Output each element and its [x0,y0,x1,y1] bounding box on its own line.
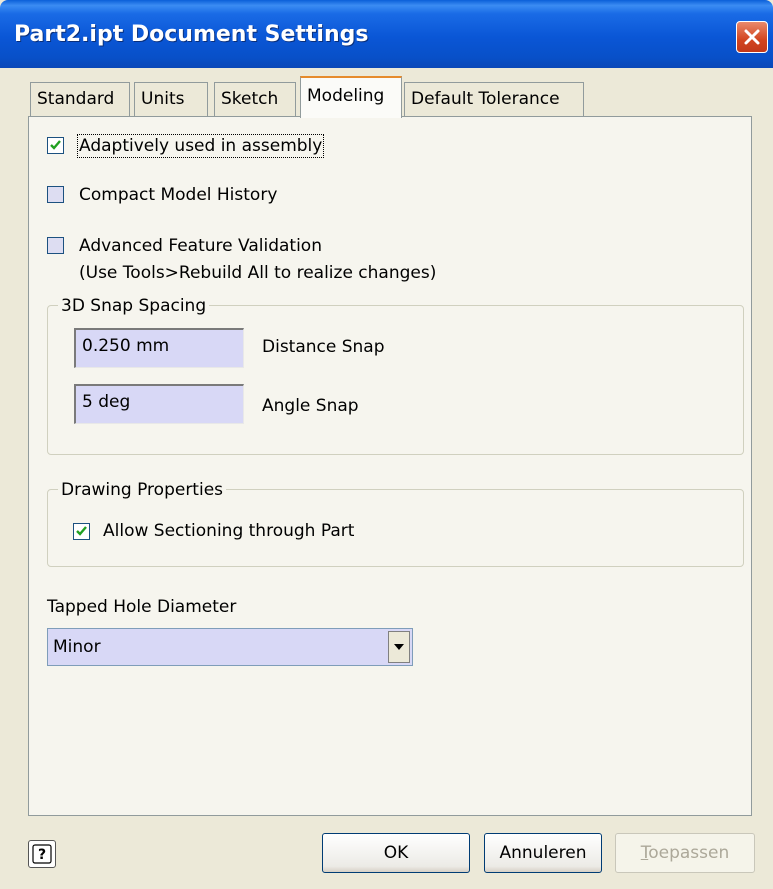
advanced-validation-note: (Use Tools>Rebuild All to realize change… [79,263,437,283]
apply-button[interactable]: Toepassen [615,833,755,873]
apply-label: Toepassen [640,843,730,863]
tab-label: Sketch [221,89,279,109]
chevron-down-icon [394,644,404,650]
tapped-hole-selected-value: Minor [53,637,101,657]
tapped-hole-label: Tapped Hole Diameter [47,597,237,617]
tab-units[interactable]: Units [134,82,208,118]
advanced-validation-checkbox[interactable] [47,237,64,254]
tab-modeling[interactable]: Modeling [300,76,402,118]
ok-button[interactable]: OK [322,833,470,873]
dropdown-button[interactable] [388,631,410,663]
tab-standard[interactable]: Standard [30,82,130,118]
close-icon [744,29,760,45]
title-bar[interactable]: Part2.ipt Document Settings [0,0,773,68]
checkmark-icon [50,140,61,150]
allow-sectioning-label[interactable]: Allow Sectioning through Part [103,521,354,541]
tab-label: Modeling [307,86,385,106]
adaptive-checkbox[interactable] [47,137,64,154]
tab-label: Standard [37,89,115,109]
tab-sketch[interactable]: Sketch [214,82,296,118]
distance-snap-input[interactable]: 0.250 mm [74,328,244,368]
cancel-button[interactable]: Annuleren [484,833,602,873]
allow-sectioning-checkbox[interactable] [73,523,90,540]
cancel-label: Annuleren [499,843,587,863]
advanced-validation-label[interactable]: Advanced Feature Validation [79,236,322,256]
angle-snap-value: 5 deg [82,392,131,412]
snap-spacing-legend: 3D Snap Spacing [58,296,210,316]
help-button[interactable]: ? [28,840,56,868]
distance-snap-label: Distance Snap [262,337,385,357]
compact-history-checkbox[interactable] [47,186,64,203]
angle-snap-label: Angle Snap [262,396,359,416]
close-button[interactable] [736,21,768,53]
checkmark-icon [76,526,87,536]
distance-snap-value: 0.250 mm [82,336,170,356]
angle-snap-input[interactable]: 5 deg [74,384,244,424]
tapped-hole-select[interactable]: Minor [47,628,413,666]
svg-text:?: ? [38,847,46,863]
window-title: Part2.ipt Document Settings [14,22,369,47]
tab-label: Units [141,89,185,109]
tab-label: Default Tolerance [411,89,560,109]
drawing-properties-legend: Drawing Properties [58,480,227,500]
help-icon: ? [32,844,52,864]
modeling-tab-panel [28,116,752,816]
adaptive-label[interactable]: Adaptively used in assembly [76,134,325,158]
ok-label: OK [383,843,409,863]
compact-history-label[interactable]: Compact Model History [79,185,277,205]
tab-default-tolerance[interactable]: Default Tolerance [404,82,584,118]
